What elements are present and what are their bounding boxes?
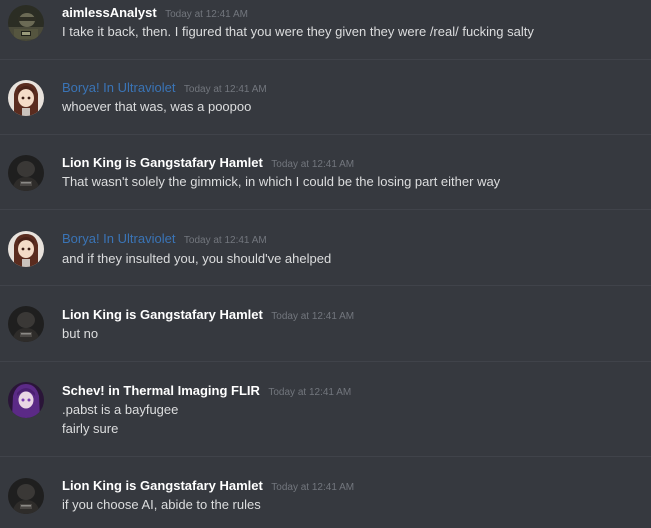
message-group: Borya! In Ultraviolet Today at 12:41 AM … bbox=[0, 210, 651, 285]
message-header: Lion King is Gangstafary Hamlet Today at… bbox=[62, 307, 354, 325]
message-group: Lion King is Gangstafary Hamlet Today at… bbox=[0, 135, 651, 209]
anime-girl-avatar[interactable] bbox=[8, 231, 44, 267]
message-text: .pabst is a bayfugee bbox=[62, 402, 179, 417]
dark-figure-icon bbox=[8, 306, 44, 342]
anime-girl-icon bbox=[8, 231, 44, 267]
message-text: That wasn't solely the gimmick, in which… bbox=[62, 174, 501, 189]
message-text: fairly sure bbox=[62, 421, 119, 436]
timestamp: Today at 12:41 AM bbox=[165, 9, 248, 20]
timestamp: Today at 12:41 AM bbox=[183, 84, 267, 95]
timestamp: Today at 12:41 AM bbox=[271, 159, 355, 170]
author-name[interactable]: Schev! in Thermal Imaging FLIR bbox=[62, 383, 260, 398]
timestamp: Today at 12:41 AM bbox=[268, 387, 352, 398]
timestamp: Today at 12:41 AM bbox=[183, 235, 267, 246]
author-name[interactable]: Lion King is Gangstafary Hamlet bbox=[62, 155, 263, 170]
message-header: Schev! in Thermal Imaging FLIR Today at … bbox=[62, 383, 351, 401]
author-name[interactable]: Lion King is Gangstafary Hamlet bbox=[62, 478, 263, 493]
message-group: Schev! in Thermal Imaging FLIR Today at … bbox=[0, 362, 651, 456]
message-header: Borya! In Ultraviolet Today at 12:41 AM bbox=[62, 231, 267, 249]
anime-girl-icon bbox=[8, 80, 44, 116]
message-header: Lion King is Gangstafary Hamlet Today at… bbox=[62, 155, 354, 173]
dark-figure-icon bbox=[8, 478, 44, 514]
message-text: I take it back, then. I figured that you… bbox=[62, 24, 534, 39]
soldier-icon bbox=[8, 5, 44, 41]
message-text: and if they insulted you, you should've … bbox=[62, 251, 332, 266]
timestamp: Today at 12:41 AM bbox=[271, 482, 355, 493]
purple-hair-icon bbox=[8, 382, 44, 418]
dark-figure-icon bbox=[8, 155, 44, 191]
chat-message-list: aimlessAnalyst Today at 12:41 AM I take … bbox=[0, 0, 651, 528]
dark-figure-avatar[interactable] bbox=[8, 478, 44, 514]
author-name[interactable]: Borya! In Ultraviolet bbox=[62, 80, 175, 95]
message-group: Lion King is Gangstafary Hamlet Today at… bbox=[0, 286, 651, 361]
message-group: Borya! In Ultraviolet Today at 12:41 AM … bbox=[0, 60, 651, 134]
message-group: aimlessAnalyst Today at 12:41 AM I take … bbox=[0, 0, 651, 59]
timestamp: Today at 12:41 AM bbox=[271, 311, 355, 322]
dark-figure-avatar[interactable] bbox=[8, 306, 44, 342]
author-name[interactable]: Borya! In Ultraviolet bbox=[62, 231, 175, 246]
message-text: but no bbox=[62, 326, 99, 341]
message-text: if you choose AI, abide to the rules bbox=[62, 497, 261, 512]
author-name[interactable]: Lion King is Gangstafary Hamlet bbox=[62, 307, 263, 322]
purple-hair-avatar[interactable] bbox=[8, 382, 44, 418]
message-header: Borya! In Ultraviolet Today at 12:41 AM bbox=[62, 80, 267, 98]
message-header: aimlessAnalyst Today at 12:41 AM bbox=[62, 5, 248, 23]
message-header: Lion King is Gangstafary Hamlet Today at… bbox=[62, 478, 354, 496]
dark-figure-avatar[interactable] bbox=[8, 155, 44, 191]
soldier-avatar[interactable] bbox=[8, 5, 44, 41]
message-text: whoever that was, was a poopoo bbox=[62, 99, 252, 114]
anime-girl-avatar[interactable] bbox=[8, 80, 44, 116]
author-name[interactable]: aimlessAnalyst bbox=[62, 5, 157, 20]
message-group: Lion King is Gangstafary Hamlet Today at… bbox=[0, 457, 651, 528]
